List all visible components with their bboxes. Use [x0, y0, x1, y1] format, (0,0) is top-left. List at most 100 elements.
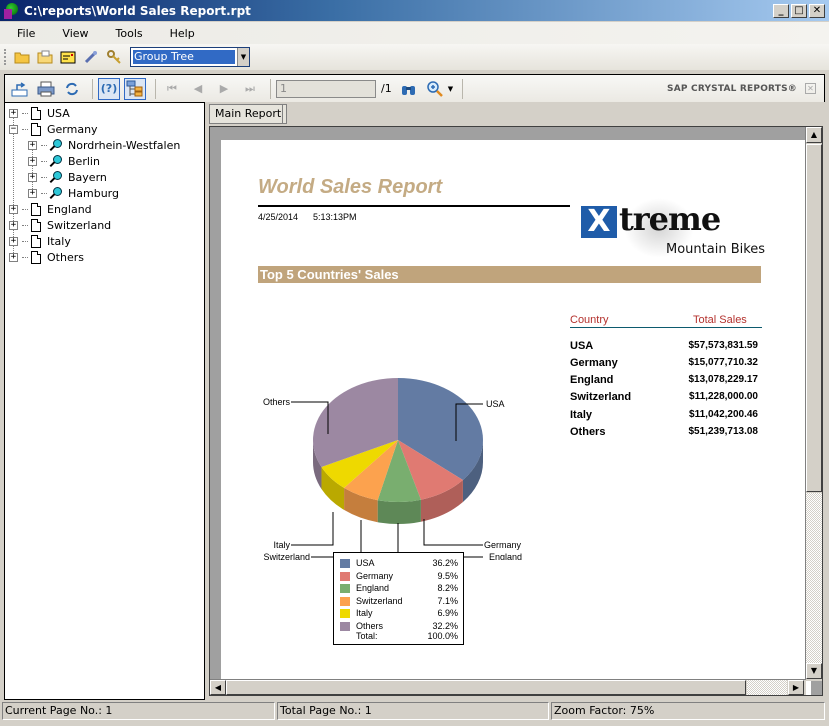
print-icon[interactable] [35, 78, 57, 100]
sales-cell: $15,077,710.32 [688, 357, 758, 368]
properties-icon[interactable] [59, 48, 77, 66]
sales-cell: $11,228,000.00 [689, 391, 758, 402]
horizontal-scroll-thumb[interactable] [226, 680, 746, 695]
tree-item-bayern[interactable]: + Bayern [28, 169, 107, 185]
legend-value: 9.5% [437, 570, 458, 581]
expand-icon[interactable]: + [9, 204, 18, 214]
tree-item-others[interactable]: + Others [9, 249, 84, 265]
scroll-left-icon[interactable]: ◀ [210, 680, 226, 695]
next-page-icon[interactable]: ▶ [213, 78, 235, 100]
window-title: C:\reports\World Sales Report.rpt [24, 3, 251, 18]
vertical-scrollbar[interactable]: ▲ ▼ [805, 127, 822, 681]
database-connect-icon[interactable] [82, 48, 100, 66]
legend-item: Italy 6.9% [340, 608, 458, 620]
table-row: USA $57,573,831.59 [570, 340, 762, 356]
minimize-button[interactable]: _ [773, 3, 789, 18]
toolbar-grip[interactable] [4, 49, 7, 65]
first-page-icon[interactable]: ⏮ [161, 78, 183, 100]
document-icon [31, 218, 41, 232]
toggle-group-tree-icon[interactable] [124, 77, 146, 100]
country-cell: England [570, 374, 614, 386]
pie-label-germany: Germany [484, 540, 522, 550]
expand-icon[interactable]: + [9, 236, 18, 246]
tab-separator [282, 104, 283, 124]
section-title: Top 5 Countries' Sales [258, 266, 761, 283]
scroll-right-icon[interactable]: ▶ [788, 680, 804, 695]
tree-item-label: USA [47, 106, 70, 120]
close-viewer-icon[interactable]: ✕ [805, 83, 816, 94]
tree-item-england[interactable]: + England [9, 201, 92, 217]
main-toolbar: Group Tree ▼ [0, 44, 829, 70]
expand-icon[interactable]: + [28, 172, 37, 182]
expand-icon[interactable]: + [9, 108, 18, 118]
zoom-icon[interactable] [424, 78, 446, 100]
menu-file[interactable]: File [0, 27, 45, 40]
horizontal-scroll-track[interactable] [747, 680, 787, 695]
tree-item-switzerland[interactable]: + Switzerland [9, 217, 111, 233]
collapse-icon[interactable]: − [9, 124, 18, 134]
find-binoculars-icon[interactable] [398, 78, 420, 100]
legend-label: USA [356, 558, 375, 568]
leader-line-germany [423, 519, 483, 546]
document-icon [31, 234, 41, 248]
expand-icon[interactable]: + [9, 252, 18, 262]
view-select[interactable]: Group Tree ▼ [130, 47, 250, 67]
tree-item-label: Italy [47, 234, 71, 248]
country-cell: Others [570, 426, 606, 438]
refresh-icon[interactable] [61, 78, 83, 100]
table-header-rule [570, 327, 762, 328]
page-number-input[interactable]: 1 [276, 79, 376, 98]
keys-icon[interactable] [105, 48, 123, 66]
xtreme-logo: X treme Mountain Bikes [579, 192, 799, 262]
tree-item-germany[interactable]: − Germany [9, 121, 98, 137]
expand-icon[interactable]: + [9, 220, 18, 230]
country-cell: Switzerland [570, 391, 632, 403]
expand-icon[interactable]: + [28, 140, 37, 150]
crystal-reports-app-icon [4, 2, 20, 19]
tree-item-hamburg[interactable]: + Hamburg [28, 185, 119, 201]
close-button[interactable]: ✕ [809, 3, 825, 18]
pie-label-england: England [489, 552, 522, 560]
tree-item-nordrhein-westfalen[interactable]: + Nordrhein-Westfalen [28, 137, 180, 153]
vertical-scroll-thumb[interactable] [806, 144, 822, 492]
previous-page-icon[interactable]: ◀ [187, 78, 209, 100]
expand-icon[interactable]: + [28, 156, 37, 166]
tree-item-berlin[interactable]: + Berlin [28, 153, 100, 169]
last-page-icon[interactable]: ⏭ [239, 78, 261, 100]
toolbar-separator [155, 78, 156, 99]
expand-icon[interactable]: + [28, 188, 37, 198]
pie-chart: USA Germany England Switzerland Italy Others [263, 378, 522, 560]
tree-item-label: Others [47, 250, 84, 264]
scroll-up-icon[interactable]: ▲ [806, 127, 822, 143]
zoom-dropdown-chevron-icon[interactable]: ▼ [448, 85, 453, 93]
help-icon[interactable]: (?) [98, 77, 120, 100]
horizontal-scrollbar[interactable]: ◀ ▶ [210, 679, 806, 695]
tree-item-italy[interactable]: + Italy [9, 233, 71, 249]
pie-label-usa: USA [486, 399, 505, 409]
chevron-down-icon[interactable]: ▼ [237, 48, 249, 66]
open-recent-icon[interactable] [36, 48, 54, 66]
magnifier-icon [50, 138, 62, 152]
menu-bar: File View Tools Help [0, 22, 829, 44]
legend-swatch [340, 584, 350, 593]
menu-view[interactable]: View [45, 27, 98, 40]
vertical-scroll-track[interactable] [806, 493, 822, 663]
maximize-button[interactable]: □ [791, 3, 807, 18]
export-icon[interactable] [9, 78, 31, 100]
legend-item: England 8.2% [340, 583, 458, 595]
tree-item-label: Berlin [68, 154, 100, 168]
table-row: Italy $11,042,200.46 [570, 409, 762, 425]
view-select-value: Group Tree [133, 50, 235, 64]
open-folder-icon[interactable] [13, 48, 31, 66]
tree-item-label: Hamburg [68, 186, 119, 200]
tab-main-report[interactable]: Main Report [209, 104, 288, 124]
menu-help[interactable]: Help [153, 27, 205, 40]
tree-item-usa[interactable]: + USA [9, 105, 70, 121]
country-cell: Italy [570, 409, 593, 421]
scroll-down-icon[interactable]: ▼ [806, 663, 822, 679]
menu-tools[interactable]: Tools [99, 27, 153, 40]
logo-wordmark: treme [619, 200, 721, 238]
logo-tagline: Mountain Bikes [666, 242, 766, 257]
magnifier-icon [50, 170, 62, 184]
page-total: /1 [381, 82, 392, 95]
